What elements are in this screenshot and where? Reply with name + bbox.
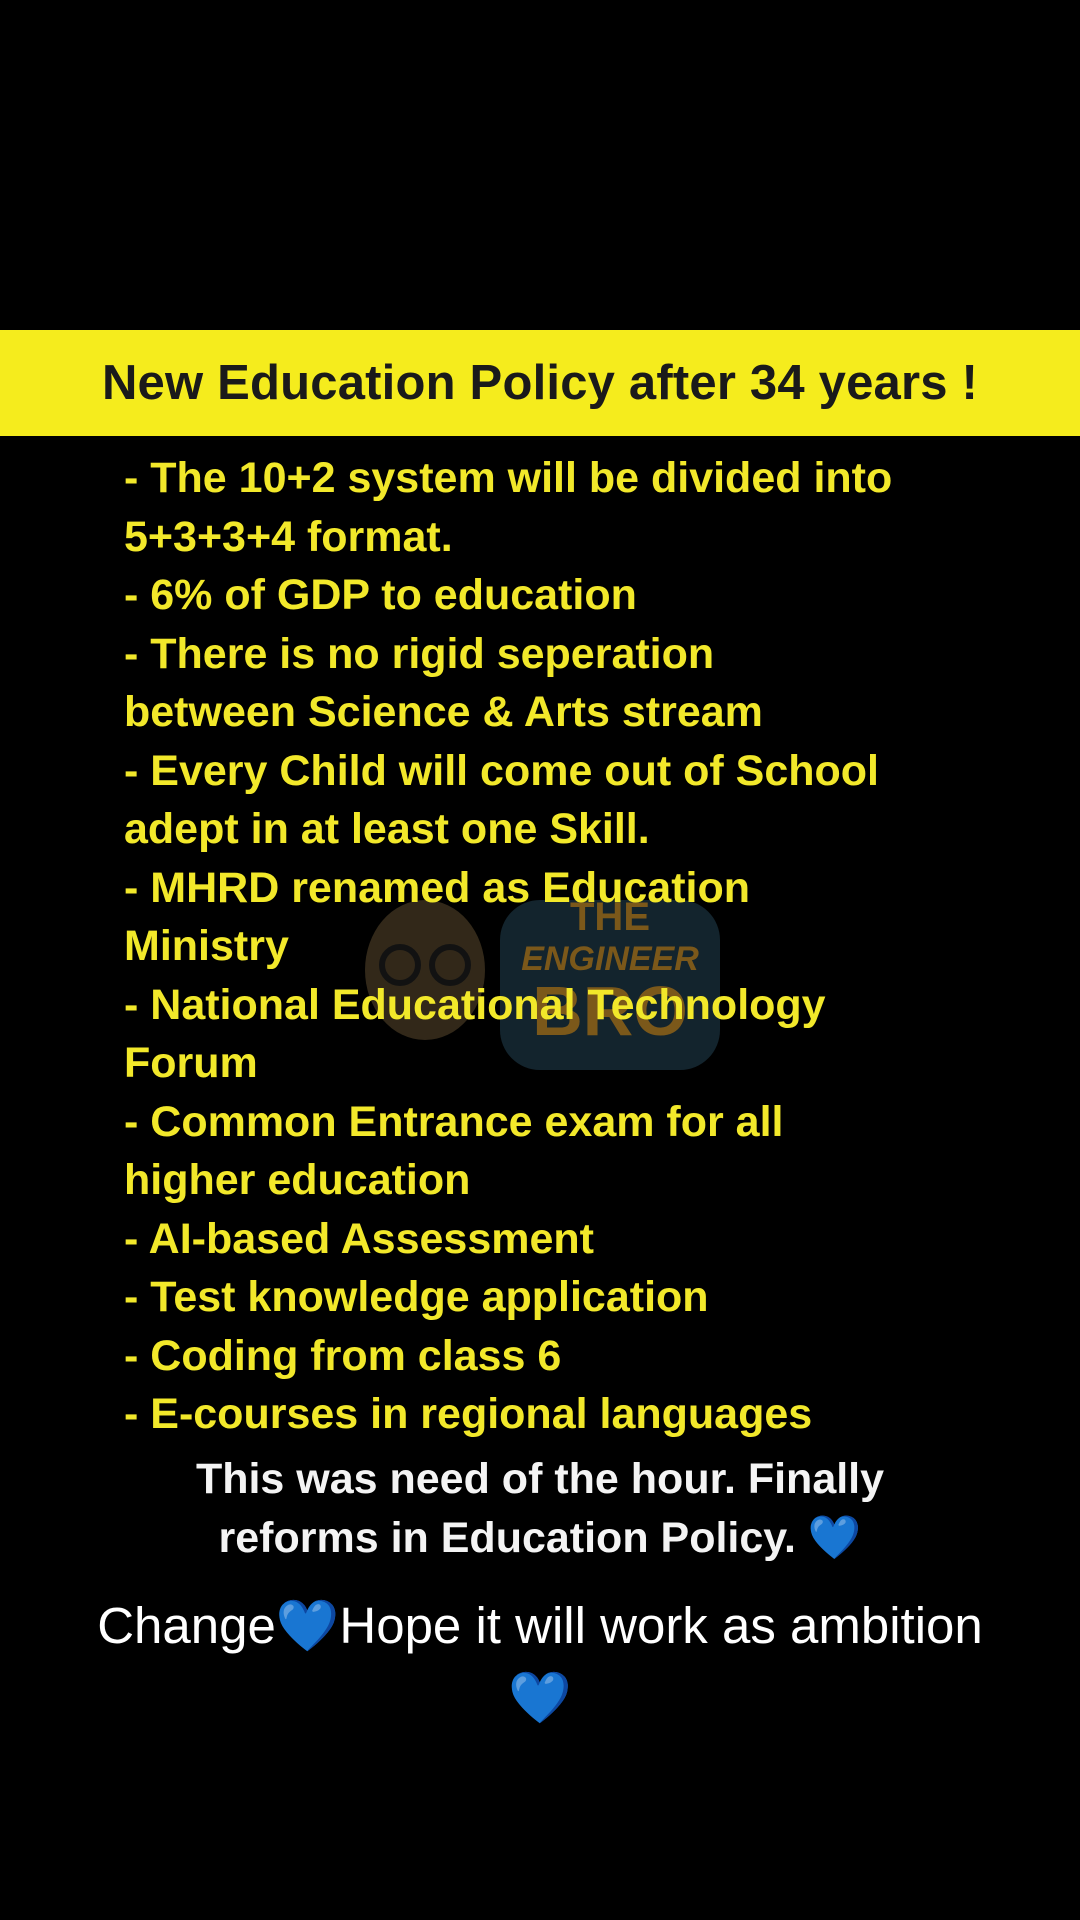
post-image: THE ENGINEER BRO New Education Policy af… [0, 0, 1080, 1920]
policy-point-line: - The 10+2 system will be divided into [124, 454, 893, 502]
policy-point-line: - 6% of GDP to education [124, 571, 637, 619]
caption-line-2: 💙 [508, 1669, 572, 1726]
policy-point-line: - Every Child will come out of School [124, 746, 879, 795]
policy-point-line: - E-courses in regional languages [124, 1390, 813, 1438]
policy-point-line: - There is no rigid seperation [124, 629, 715, 678]
closing-statement: This was need of the hour. Finally refor… [0, 1450, 1080, 1568]
policy-point-line: Ministry [124, 922, 289, 970]
policy-point-line: - AI-based Assessment [124, 1214, 594, 1263]
policy-point-line: - Common Entrance exam for all [124, 1097, 784, 1146]
banner-title: New Education Policy after 34 years ! [101, 356, 979, 410]
policy-point-line: adept in at least one Skill. [124, 805, 650, 853]
policy-point-line: higher education [124, 1156, 471, 1204]
closing-line-1: This was need of the hour. Finally [195, 1455, 885, 1503]
policy-point-line: between Science & Arts stream [124, 688, 763, 736]
policy-points-list: - The 10+2 system will be divided into 5… [124, 449, 1024, 1444]
policy-point-line: - Test knowledge application [124, 1273, 709, 1321]
policy-point-line: Forum [124, 1039, 258, 1087]
caption-line-1: Change💙Hope it will work as ambition [97, 1597, 983, 1654]
closing-line-2: reforms in Education Policy. 💙 [218, 1514, 862, 1562]
post-caption: Change💙Hope it will work as ambition 💙 [0, 1590, 1080, 1734]
policy-point-line: 5+3+3+4 format. [124, 512, 453, 561]
policy-point-line: - National Educational Technology [124, 980, 826, 1029]
title-banner: New Education Policy after 34 years ! [0, 330, 1080, 436]
policy-point-line: - Coding from class 6 [124, 1331, 562, 1380]
policy-point-line: - MHRD renamed as Education [124, 863, 750, 912]
